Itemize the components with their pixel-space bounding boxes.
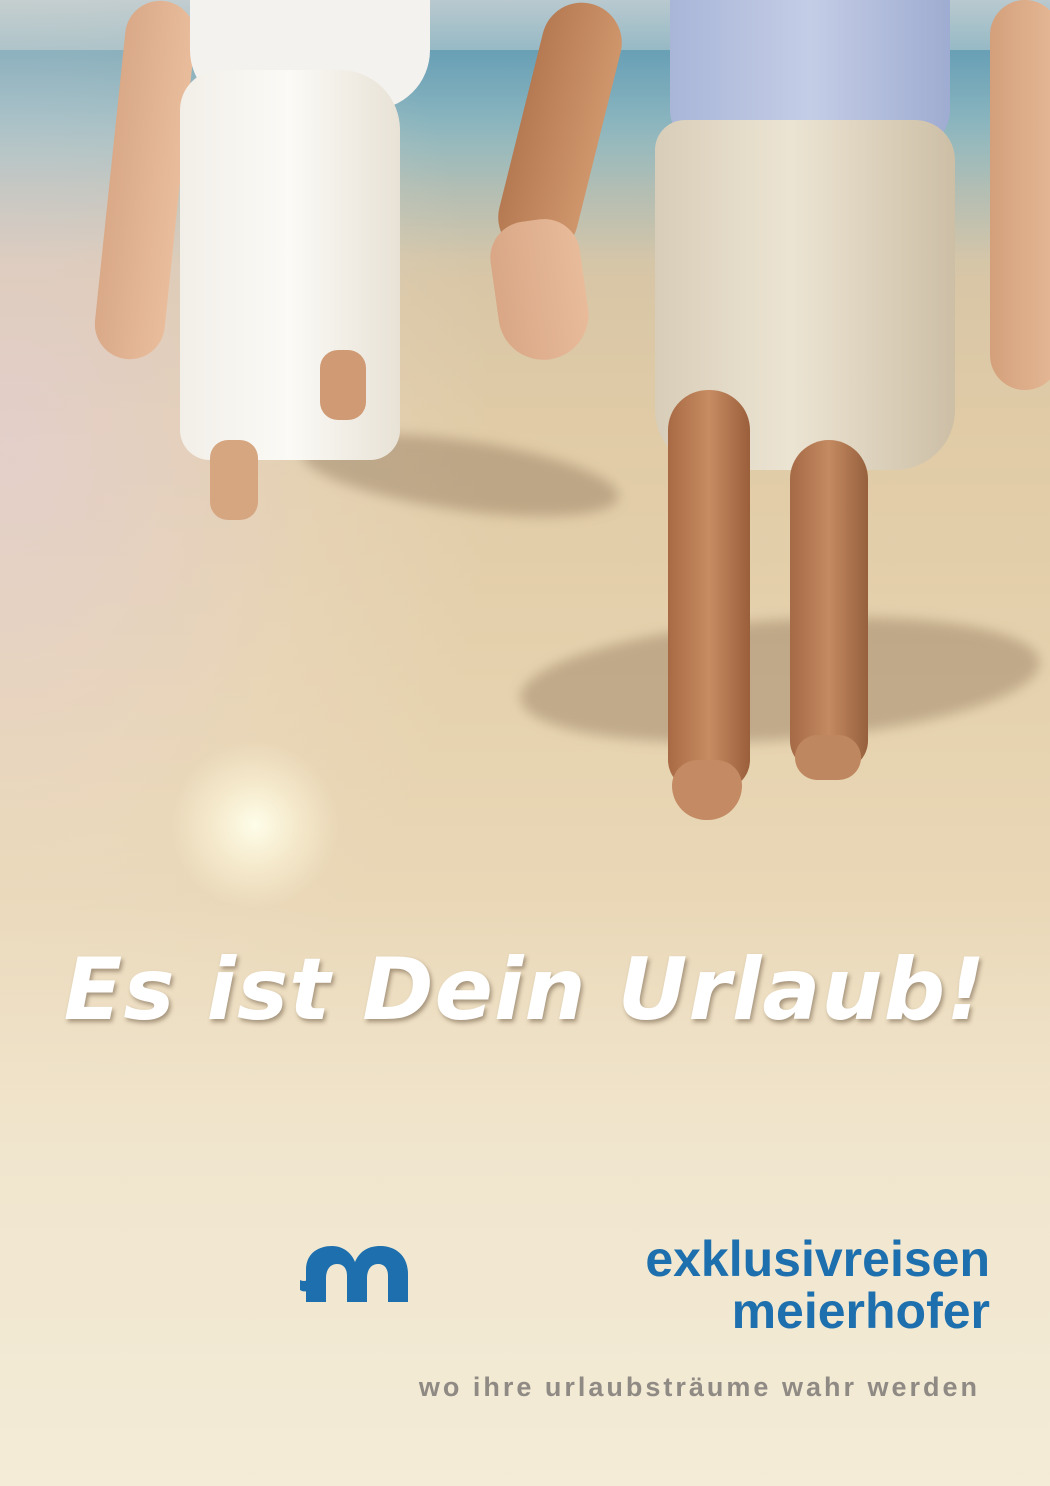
piggyback-leg [990,0,1050,390]
shadow-right-person [516,602,1044,758]
brand-name-line1: exklusivreisen [645,1231,990,1287]
left-person-trousers [180,70,400,460]
right-person-foot-front [672,760,742,820]
left-person-ankle [210,440,258,520]
brand-logo: exklusivreisen meierhofer [300,1228,990,1348]
sun-flare [170,740,340,910]
left-person-ankle-back [320,350,366,420]
advertisement-page: Es ist Dein Urlaub! exklusivreisen meier… [0,0,1050,1486]
m-wave-logo-icon [300,1246,408,1302]
brand-name-line2: meierhofer [731,1283,990,1339]
right-person-foot-back [795,735,861,780]
right-person-leg-back [790,440,868,770]
headline: Es ist Dein Urlaub! [63,940,987,1040]
right-person-leg-front [668,390,750,790]
tagline: wo ihre urlaubsträume wahr werden [418,1372,980,1402]
